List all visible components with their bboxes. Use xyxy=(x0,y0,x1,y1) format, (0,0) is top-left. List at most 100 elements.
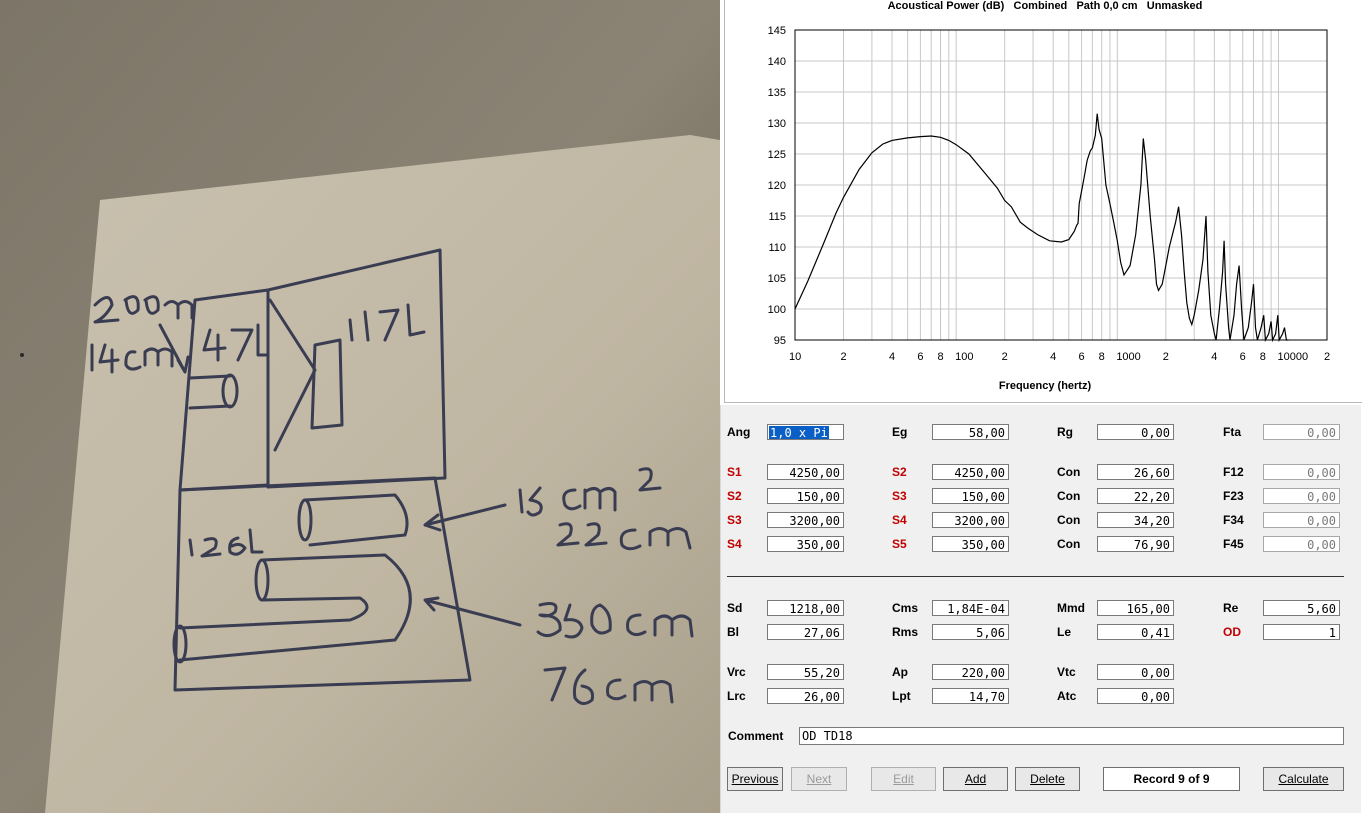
f12-r1-field[interactable]: 0,00 xyxy=(1263,464,1340,480)
ap-field[interactable]: 220,00 xyxy=(932,664,1009,680)
x-tick-label: 2 xyxy=(1163,351,1169,363)
f45-r4-field[interactable]: 0,00 xyxy=(1263,536,1340,552)
cms-label: Cms xyxy=(892,601,919,615)
x-axis: 10 2 4 6 8 100 2 4 6 8 1000 2 4 6 8 10000 2 xyxy=(789,351,1330,363)
vrc-field[interactable]: 55,20 xyxy=(767,664,844,680)
con-r1-field[interactable]: 26,60 xyxy=(1097,464,1174,480)
record-indicator: Record 9 of 9 xyxy=(1103,767,1240,791)
s3-r3-field[interactable]: 3200,00 xyxy=(767,512,844,528)
x-tick-label: 2 xyxy=(1324,351,1330,363)
x-tick-label: 2 xyxy=(1002,351,1008,363)
calculate-button[interactable]: Calculate xyxy=(1263,767,1344,791)
vtc-label: Vtc xyxy=(1057,665,1076,679)
re-field[interactable]: 5,60 xyxy=(1263,600,1340,616)
con-r3-label: Con xyxy=(1057,513,1081,527)
s3-r2-label: S3 xyxy=(892,489,907,503)
f23-r2-label: F23 xyxy=(1223,489,1244,503)
lrc-label: Lrc xyxy=(727,689,746,703)
con-r1-label: Con xyxy=(1057,465,1081,479)
od-label: OD xyxy=(1223,625,1241,639)
x-axis-label: Frequency (hertz) xyxy=(999,380,1092,392)
sd-field[interactable]: 1218,00 xyxy=(767,600,844,616)
x-tick-label: 6 xyxy=(1240,351,1246,363)
eg-field[interactable]: 58,00 xyxy=(932,424,1009,440)
bl-label: Bl xyxy=(727,625,739,639)
mmd-label: Mmd xyxy=(1057,601,1085,615)
rms-field[interactable]: 5,06 xyxy=(932,624,1009,640)
rg-field[interactable]: 0,00 xyxy=(1097,424,1174,440)
x-tick-label: 4 xyxy=(889,351,895,363)
fta-field[interactable]: 0,00 xyxy=(1263,424,1340,440)
atc-label: Atc xyxy=(1057,689,1077,703)
y-tick-label: 120 xyxy=(768,180,786,192)
paper-sheet xyxy=(45,135,720,813)
con-r2-field[interactable]: 22,20 xyxy=(1097,488,1174,504)
vrc-label: Vrc xyxy=(727,665,746,679)
s2-r2-label: S2 xyxy=(727,489,742,503)
con-r4-label: Con xyxy=(1057,537,1081,551)
s1-r1-field[interactable]: 4250,00 xyxy=(767,464,844,480)
f34-r3-field[interactable]: 0,00 xyxy=(1263,512,1340,528)
lpt-field[interactable]: 14,70 xyxy=(932,688,1009,704)
sd-label: Sd xyxy=(727,601,743,615)
delete-button[interactable]: Delete xyxy=(1015,767,1080,791)
chart-title: Acoustical Power (dB) Combined Path 0,0 … xyxy=(888,0,1203,12)
x-tick-label: 8 xyxy=(1260,351,1266,363)
x-tick-label: 10 xyxy=(789,351,801,363)
atc-field[interactable]: 0,00 xyxy=(1097,688,1174,704)
x-tick-label: 6 xyxy=(917,351,923,363)
x-tick-label: 4 xyxy=(1050,351,1056,363)
ap-label: Ap xyxy=(892,665,908,679)
con-r3-field[interactable]: 34,20 xyxy=(1097,512,1174,528)
x-tick-label: 8 xyxy=(937,351,943,363)
parameter-form: Ang 1,0 x Pi Eg 58,00 Rg 0,00 Fta 0,00 S1 4250,0… xyxy=(720,405,1361,813)
od-field[interactable]: 1 xyxy=(1263,624,1340,640)
cms-field[interactable]: 1,84E-04 xyxy=(932,600,1009,616)
add-button[interactable]: Add xyxy=(943,767,1008,791)
rg-label: Rg xyxy=(1057,425,1073,439)
edit-button[interactable]: Edit xyxy=(871,767,936,791)
s5-r4-field[interactable]: 350,00 xyxy=(932,536,1009,552)
vtc-field[interactable]: 0,00 xyxy=(1097,664,1174,680)
x-tick-label: 1000 xyxy=(1116,351,1140,363)
f45-r4-label: F45 xyxy=(1223,537,1244,551)
s1-r1-label: S1 xyxy=(727,465,742,479)
con-r2-label: Con xyxy=(1057,489,1081,503)
y-axis: 145 140 135 130 125 120 115 110 105 100 95 xyxy=(768,25,786,347)
y-tick-label: 105 xyxy=(768,273,786,285)
rms-label: Rms xyxy=(892,625,919,639)
y-tick-label: 125 xyxy=(768,149,786,161)
le-field[interactable]: 0,41 xyxy=(1097,624,1174,640)
s3-r2-field[interactable]: 150,00 xyxy=(932,488,1009,504)
con-r4-field[interactable]: 76,90 xyxy=(1097,536,1174,552)
s2-r1-field[interactable]: 4250,00 xyxy=(932,464,1009,480)
s4-r3-field[interactable]: 3200,00 xyxy=(932,512,1009,528)
y-tick-label: 100 xyxy=(768,304,786,316)
ang-field[interactable]: 1,0 x Pi xyxy=(767,424,844,440)
re-label: Re xyxy=(1223,601,1239,615)
s4-r4-field[interactable]: 350,00 xyxy=(767,536,844,552)
comment-label: Comment xyxy=(728,729,784,743)
s5-r4-label: S5 xyxy=(892,537,907,551)
x-tick-label: 10000 xyxy=(1277,351,1308,363)
previous-button[interactable]: Previous xyxy=(727,767,783,791)
chart-grid xyxy=(795,29,1327,341)
acoustical-power-chart: Acoustical Power (dB) Combined Path 0,0 … xyxy=(724,0,1362,403)
x-tick-label: 4 xyxy=(1211,351,1217,363)
comment-field[interactable]: OD TD18 xyxy=(799,727,1344,745)
mmd-field[interactable]: 165,00 xyxy=(1097,600,1174,616)
y-tick-label: 140 xyxy=(768,56,786,68)
x-tick-label: 2 xyxy=(840,351,846,363)
s2-r2-field[interactable]: 150,00 xyxy=(767,488,844,504)
f34-r3-label: F34 xyxy=(1223,513,1244,527)
y-tick-label: 135 xyxy=(768,87,786,99)
next-button[interactable]: Next xyxy=(791,767,847,791)
f23-r2-field[interactable]: 0,00 xyxy=(1263,488,1340,504)
le-label: Le xyxy=(1057,625,1072,639)
x-tick-label: 100 xyxy=(955,351,973,363)
s3-r3-label: S3 xyxy=(727,513,742,527)
bl-field[interactable]: 27,06 xyxy=(767,624,844,640)
lrc-field[interactable]: 26,00 xyxy=(767,688,844,704)
sketch-photo xyxy=(0,0,720,813)
fta-label: Fta xyxy=(1223,425,1241,439)
